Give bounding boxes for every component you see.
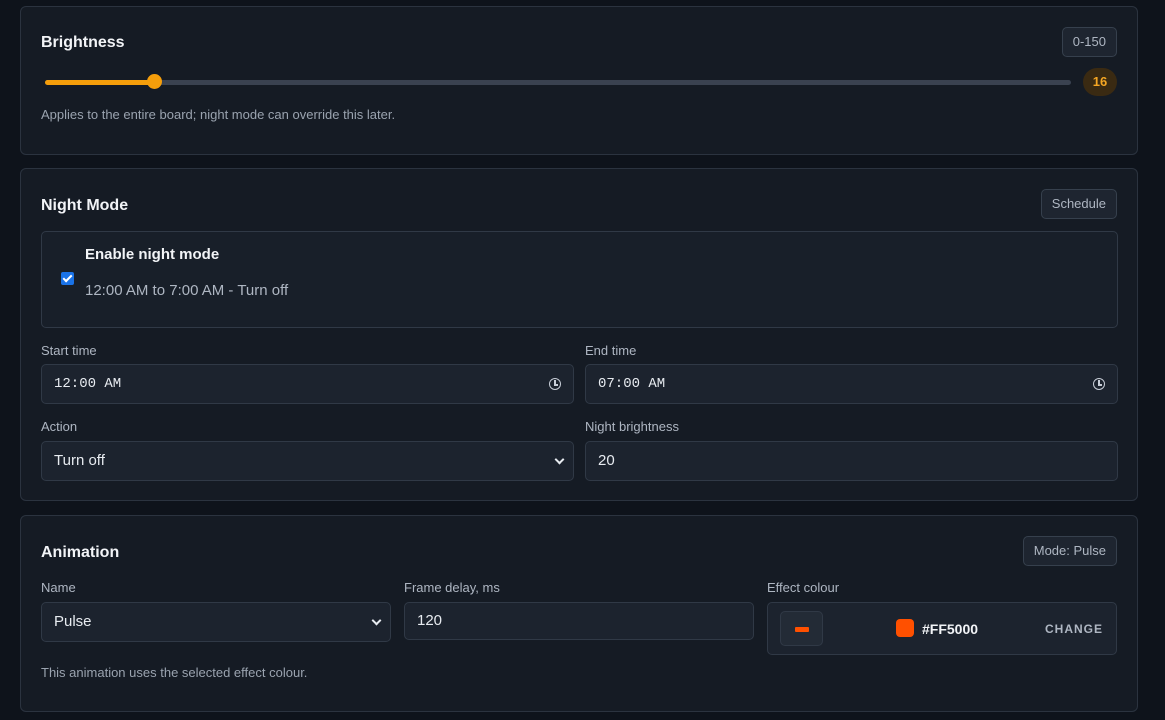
enable-night-mode-checkbox[interactable]	[61, 272, 74, 285]
night-mode-summary: 12:00 AM to 7:00 AM - Turn off	[85, 282, 289, 299]
animation-name-select[interactable]: Pulse	[41, 602, 391, 642]
effect-colour-picker[interactable]: #FF5000 CHANGE	[767, 602, 1117, 655]
animation-mode-chip: Mode: Pulse	[1022, 536, 1117, 566]
animation-help-text: This animation uses the selected effect …	[41, 665, 308, 680]
start-time-input[interactable]: 12:00 AM	[41, 364, 574, 404]
colour-preview-dot	[896, 619, 914, 637]
frame-delay-label: Frame delay, ms	[404, 580, 500, 595]
effect-colour-label: Effect colour	[767, 580, 840, 595]
animation-card: Animation Mode: Pulse Name Pulse Frame d…	[20, 515, 1138, 712]
night-brightness-input[interactable]: 20	[585, 441, 1118, 481]
night-brightness-label: Night brightness	[585, 419, 679, 434]
clock-icon[interactable]	[549, 378, 561, 390]
start-time-value: 12:00 AM	[54, 376, 122, 392]
night-mode-card: Night Mode Schedule Enable night mode 12…	[20, 168, 1138, 501]
animation-name-label: Name	[41, 580, 76, 595]
end-time-value: 07:00 AM	[598, 376, 666, 392]
night-mode-toggle-box[interactable]: Enable night mode 12:00 AM to 7:00 AM - …	[41, 231, 1118, 328]
frame-delay-value: 120	[417, 612, 443, 629]
animation-title: Animation	[41, 544, 120, 561]
brightness-help-text: Applies to the entire board; night mode …	[41, 107, 396, 122]
colour-bar-icon	[795, 627, 809, 632]
action-value: Turn off	[54, 452, 105, 469]
action-select[interactable]: Turn off	[41, 441, 574, 481]
brightness-card: Brightness 0-150 16 Applies to the entir…	[20, 6, 1138, 155]
brightness-range-chip: 0-150	[1061, 27, 1117, 57]
brightness-slider-fill	[45, 80, 155, 85]
brightness-slider-thumb[interactable]	[147, 74, 163, 89]
night-mode-title: Night Mode	[41, 197, 129, 214]
brightness-value-badge: 16	[1083, 68, 1117, 96]
brightness-title: Brightness	[41, 34, 125, 51]
effect-colour-hex: #FF5000	[922, 621, 979, 637]
chevron-down-icon	[554, 454, 565, 465]
brightness-slider-track[interactable]	[45, 80, 1071, 85]
frame-delay-input[interactable]: 120	[404, 602, 754, 640]
colour-swatch-button[interactable]	[780, 611, 823, 646]
enable-night-mode-label: Enable night mode	[85, 246, 220, 263]
chevron-down-icon	[371, 615, 382, 626]
clock-icon[interactable]	[1093, 378, 1105, 390]
animation-name-value: Pulse	[54, 613, 92, 630]
end-time-label: End time	[585, 343, 637, 358]
change-colour-button[interactable]: CHANGE	[1045, 610, 1103, 648]
start-time-label: Start time	[41, 343, 97, 358]
schedule-chip[interactable]: Schedule	[1040, 189, 1117, 219]
night-brightness-value: 20	[598, 452, 615, 469]
action-label: Action	[41, 419, 78, 434]
end-time-input[interactable]: 07:00 AM	[585, 364, 1118, 404]
